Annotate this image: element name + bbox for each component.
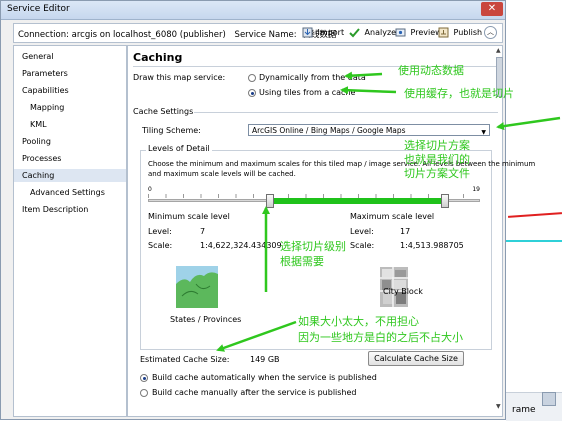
sidebar-item-general[interactable]: General [22, 52, 54, 61]
estimated-cache-size-value: 149 GB [250, 355, 280, 364]
background-cyan-line [506, 240, 562, 242]
sidebar-item-capabilities[interactable]: Capabilities [22, 86, 69, 95]
connection-label: Connection: arcgis on localhost_6080 (pu… [18, 30, 226, 40]
sidebar: General Parameters Capabilities Mapping … [13, 45, 127, 417]
page-title: Caching [133, 51, 183, 64]
cache-settings-label: Cache Settings [133, 107, 194, 116]
min-scale-value: 1:4,622,324.434309 [200, 241, 282, 250]
dropdown-arrow-icon: ▼ [481, 129, 486, 136]
sidebar-item-item-description[interactable]: Item Description [22, 205, 88, 214]
city-block-thumbnail-label: City Block [383, 287, 423, 296]
min-level-label: Level: [148, 227, 172, 236]
radio-build-manually[interactable] [140, 389, 148, 397]
publish-icon [438, 27, 449, 38]
import-label: Import [317, 28, 345, 37]
scroll-up-arrow-icon[interactable]: ▲ [496, 47, 501, 54]
annotation-choose-levels-1: 选择切片级别 [280, 240, 346, 253]
levels-of-detail-legend: Levels of Detail [146, 144, 212, 153]
tiling-scheme-select[interactable]: ArcGIS Online / Bing Maps / Google Maps … [248, 124, 490, 136]
chevron-up-icon: ︿ [487, 28, 494, 36]
max-scale-value: 1:4,513.988705 [400, 241, 464, 250]
toolbar: Connection: arcgis on localhost_6080 (pu… [13, 23, 503, 43]
close-button[interactable]: ✕ [481, 2, 503, 16]
annotation-use-dynamic-data: 使用动态数据 [398, 64, 464, 77]
slider-max-handle[interactable] [441, 194, 450, 208]
min-scale-title: Minimum scale level [148, 212, 230, 221]
build-manually-label[interactable]: Build cache manually after the service i… [152, 388, 357, 397]
sidebar-item-processes[interactable]: Processes [22, 154, 61, 163]
slider-tick-max: 19 [472, 186, 480, 193]
analyze-label: Analyze [364, 28, 397, 37]
radio-dynamic[interactable] [248, 74, 256, 82]
draw-service-label: Draw this map service: [133, 73, 226, 82]
radio-cache-label[interactable]: Using tiles from a cache [259, 88, 355, 97]
calculate-cache-size-button[interactable]: Calculate Cache Size [368, 351, 464, 366]
import-icon [302, 27, 313, 38]
collapse-button[interactable]: ︿ [484, 26, 497, 39]
sidebar-item-mapping[interactable]: Mapping [30, 103, 64, 112]
annotation-size-note-1: 如果大小太大，不用担心 [298, 315, 419, 328]
estimated-cache-size-label: Estimated Cache Size: [140, 355, 230, 364]
tiling-scheme-value: ArcGIS Online / Bing Maps / Google Maps [252, 126, 406, 135]
max-scale-label: Scale: [350, 241, 375, 250]
radio-build-automatically[interactable] [140, 374, 148, 382]
background-fragment-text: rame [512, 405, 536, 415]
min-scale-label: Scale: [148, 241, 173, 250]
sidebar-item-parameters[interactable]: Parameters [22, 69, 68, 78]
publish-label: Publish [453, 28, 483, 37]
annotation-choose-levels-2: 根据需要 [280, 255, 324, 268]
tiling-scheme-label: Tiling Scheme: [142, 126, 201, 135]
max-level-label: Level: [350, 227, 374, 236]
checkmark-icon [349, 28, 360, 38]
service-name-label: Service Name: [234, 30, 297, 40]
preview-button[interactable]: Preview [395, 27, 442, 41]
states-thumbnail [176, 266, 218, 308]
analyze-button[interactable]: Analyze [349, 27, 396, 41]
states-thumbnail-label: States / Provinces [170, 315, 242, 324]
build-automatically-label[interactable]: Build cache automatically when the servi… [152, 373, 377, 382]
slider-selected-range [270, 198, 446, 204]
connection-info: Connection: arcgis on localhost_6080 (pu… [18, 28, 336, 40]
background-window: rame [506, 0, 562, 421]
publish-button[interactable]: Publish [438, 27, 482, 41]
sidebar-item-caching[interactable]: Caching [14, 169, 126, 182]
radio-cache[interactable] [248, 89, 256, 97]
background-icon [542, 392, 556, 406]
lod-description-line-1: Choose the minimum and maximum scales fo… [148, 160, 536, 168]
max-scale-title: Maximum scale level [350, 212, 435, 221]
scroll-down-arrow-icon[interactable]: ▼ [496, 403, 501, 410]
import-button[interactable]: Import [302, 27, 344, 41]
scale-slider[interactable]: 0 19 [148, 186, 480, 212]
background-red-line [507, 212, 562, 218]
radio-dynamic-label[interactable]: Dynamically from the data [259, 73, 366, 82]
cache-settings-divider [194, 112, 498, 113]
min-level-value: 7 [200, 227, 206, 236]
slider-tick-min: 0 [148, 186, 152, 193]
annotation-use-cache: 使用缓存，也就是切片 [404, 87, 514, 100]
slider-min-handle[interactable] [266, 194, 275, 208]
sidebar-item-pooling[interactable]: Pooling [22, 137, 51, 146]
window-title: Service Editor [7, 4, 70, 14]
max-level-value: 17 [400, 227, 411, 236]
preview-icon [395, 28, 406, 37]
title-bar: Service Editor ✕ [1, 1, 505, 20]
sidebar-item-kml[interactable]: KML [30, 120, 47, 129]
annotation-size-note-2: 因为一些地方是白的之后不占大小 [298, 331, 463, 344]
annotation-tiling-scheme-3: 切片方案文件 [404, 167, 470, 180]
lod-description-line-2: and maximum scale levels will be cached. [148, 170, 296, 178]
sidebar-item-advanced-settings[interactable]: Advanced Settings [30, 188, 105, 197]
